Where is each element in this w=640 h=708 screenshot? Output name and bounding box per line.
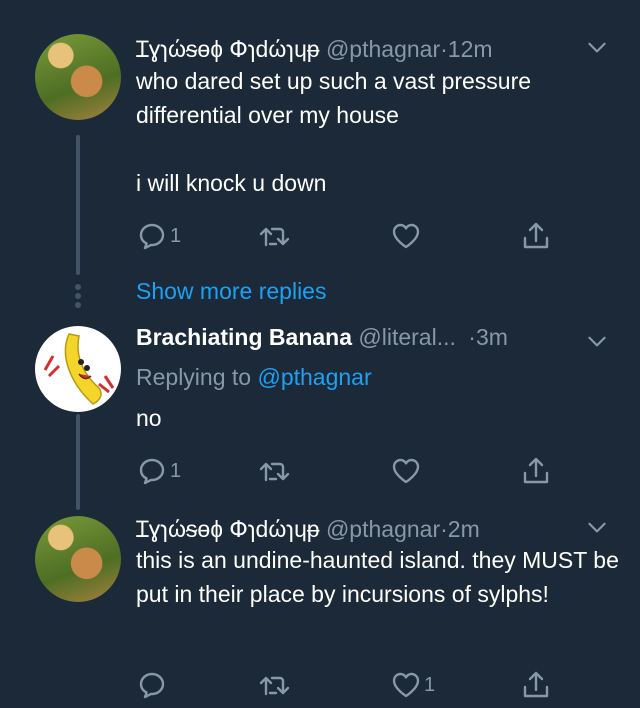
retweet-icon <box>259 676 290 696</box>
separator-dot: · <box>468 324 476 350</box>
mention-link[interactable]: @pthagnar <box>257 364 371 390</box>
reply-count: 1 <box>170 224 182 247</box>
user-handle[interactable]: @pthagnar <box>326 516 440 542</box>
banana-icon <box>43 333 115 405</box>
thread-line <box>76 414 80 510</box>
like-button[interactable] <box>390 219 424 253</box>
separator-dot: · <box>440 516 448 542</box>
display-name[interactable]: Ɪɣɿώᵴɵɸ Փɿdώɿɥᵽ <box>136 516 320 542</box>
tweet-1[interactable]: Ɪɣɿώᵴɵɸ Փɿdώɿɥᵽ @pthagnar·12m who dared … <box>0 0 640 275</box>
reply-count: 1 <box>170 459 182 482</box>
tweet-3[interactable]: Ɪɣɿώᵴɵɸ Փɿdώɿɥᵽ @pthagnar·2m this is an … <box>0 500 640 708</box>
retweet-button[interactable] <box>258 454 292 488</box>
display-name[interactable]: Brachiating Banana <box>136 324 352 350</box>
timestamp[interactable]: 3m <box>476 324 508 350</box>
tweet-actions: 1 <box>136 454 616 488</box>
tweet-header: Ɪɣɿώᵴɵɸ Փɿdώɿɥᵽ @pthagnar·2m <box>136 512 640 546</box>
tweet-text: who dared set up such a vast pressure di… <box>136 68 532 196</box>
thread-gap-dots <box>74 281 82 311</box>
thread-line <box>76 135 80 275</box>
avatar[interactable] <box>35 516 121 602</box>
share-button[interactable] <box>520 668 552 702</box>
chevron-down-icon[interactable] <box>584 328 610 354</box>
avatar[interactable] <box>35 34 121 120</box>
tweet-actions: 1 <box>136 219 616 253</box>
share-icon <box>523 222 549 249</box>
replying-prefix: Replying to <box>136 364 252 390</box>
tweet-text: this is an undine-haunted island. they M… <box>136 547 626 607</box>
tweet-actions: 1 <box>136 668 616 702</box>
share-button[interactable] <box>520 219 552 253</box>
tweet-header: Brachiating Banana @literal... ·3m <box>136 324 640 358</box>
timestamp[interactable]: 2m <box>448 516 480 542</box>
reply-icon <box>139 223 165 250</box>
share-button[interactable] <box>520 454 552 488</box>
display-name[interactable]: Ɪɣɿώᵴɵɸ Փɿdώɿɥᵽ <box>136 36 320 62</box>
tweet-text: no <box>136 405 162 431</box>
separator-dot: · <box>440 36 448 62</box>
heart-icon <box>392 672 420 698</box>
reply-button[interactable]: 1 <box>136 219 181 253</box>
chevron-down-icon[interactable] <box>584 34 610 60</box>
tweet-header: Ɪɣɿώᵴɵɸ Փɿdώɿɥᵽ @pthagnar·12m <box>136 32 640 66</box>
heart-icon <box>392 458 420 484</box>
chevron-down-icon[interactable] <box>584 514 610 540</box>
reply-icon <box>139 458 165 485</box>
retweet-button[interactable] <box>258 219 292 253</box>
user-handle[interactable]: @literal... <box>358 324 455 350</box>
retweet-icon <box>259 227 290 247</box>
like-button[interactable] <box>390 454 424 488</box>
share-icon <box>523 671 549 698</box>
retweet-icon <box>259 462 290 482</box>
tweet-2[interactable]: Brachiating Banana @literal... ·3m Reply… <box>0 310 640 510</box>
reply-button[interactable]: 1 <box>136 454 181 488</box>
retweet-button[interactable] <box>258 668 292 702</box>
show-more-replies-link[interactable]: Show more replies <box>136 278 326 305</box>
timestamp[interactable]: 12m <box>448 36 493 62</box>
reply-icon <box>139 672 165 699</box>
share-icon <box>523 457 549 484</box>
replying-to: Replying to @pthagnar <box>136 364 372 391</box>
reply-button[interactable] <box>136 668 170 702</box>
heart-icon <box>392 223 420 249</box>
user-handle[interactable]: @pthagnar <box>326 36 440 62</box>
like-count: 1 <box>424 673 436 696</box>
like-button[interactable]: 1 <box>390 668 435 702</box>
avatar[interactable] <box>35 326 121 412</box>
